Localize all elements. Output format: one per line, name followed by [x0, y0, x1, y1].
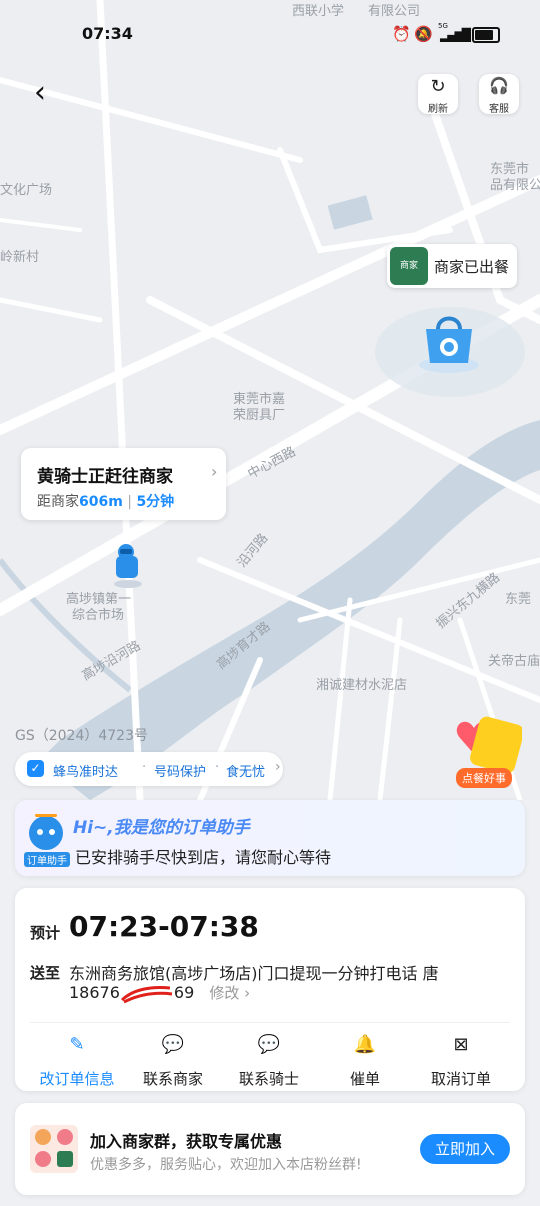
address-line: 东洲商务旅馆(高埗广场店)门口提现一分钟打电话 唐 — [69, 964, 439, 983]
assistant-avatar — [25, 812, 67, 854]
merchant-group-thumbnail — [30, 1125, 78, 1173]
map-label: 有限公司 — [368, 4, 421, 19]
guarantee-bar[interactable]: ✓ 蜂鸟准时达 · 号码保护 · 食无忧 › — [15, 752, 283, 786]
merchant-status-label: 商家已出餐 — [434, 258, 510, 276]
rider-separator: | — [127, 494, 132, 510]
address-prefix: 送至 — [30, 964, 61, 982]
map-label: 关帝古庙 — [488, 654, 540, 669]
map-label: 综合市场 — [72, 608, 125, 623]
rider-status-card[interactable]: 黄骑士正赶往商家 › 距商家606m | 5分钟 — [21, 448, 226, 520]
rider-icon — [108, 540, 148, 590]
mute-icon: 🔕 — [414, 25, 433, 43]
map-label: 品有限公司 — [490, 178, 540, 193]
merchant-logo: 商家 — [390, 247, 428, 285]
service-label: 客服 — [489, 104, 509, 115]
group-subtitle: 优惠多多，服务贴心，欢迎加入本店粉丝群! — [90, 1157, 362, 1173]
assistant-message: 已安排骑手尽快到店，请您耐心等待 — [75, 848, 332, 867]
edit-icon: ✎ — [69, 1034, 85, 1055]
edit-address-link[interactable]: 修改 › — [209, 984, 250, 1002]
alarm-icon: ⏰ — [392, 25, 411, 43]
customer-service-button[interactable]: 🎧 客服 — [479, 74, 519, 115]
status-time: 07:34 — [82, 24, 133, 43]
headset-icon: 🎧 — [489, 76, 509, 95]
chevron-right-icon: › — [275, 759, 281, 775]
assistant-icon-label: 订单助手 — [24, 852, 70, 867]
rider-distance: 606m — [79, 494, 123, 510]
status-icons: ⏰ 🔕 5G ▂▄▆█ — [392, 22, 502, 45]
delivery-bag-icon — [418, 305, 480, 373]
order-card: 预计 07:23-07:38 送至 东洲商务旅馆(高埗广场店)门口提现一分钟打电… — [15, 888, 525, 1091]
group-title: 加入商家群，获取专属优惠 — [90, 1132, 283, 1151]
map-label: 湘诚建材水泥店 — [316, 678, 408, 693]
refresh-icon: ↻ — [430, 76, 446, 97]
assistant-title: Hi~,我是您的订单助手 — [73, 818, 250, 838]
eta-prefix: 预计 — [30, 924, 61, 942]
rider-status-title: 黄骑士正赶往商家 — [37, 467, 173, 487]
chevron-right-icon: › — [211, 462, 218, 481]
phone-row: 18676 69 修改 › — [69, 982, 250, 1004]
merchant-marker[interactable]: 商家 商家已出餐 — [387, 244, 517, 288]
chat-icon: 💬 — [257, 1034, 281, 1055]
battery-icon — [472, 27, 500, 43]
guarantee-item: 蜂鸟准时达 — [53, 765, 119, 780]
map-label: 文化广场 — [0, 183, 53, 198]
refresh-button[interactable]: ↻ 刷新 — [418, 74, 458, 115]
join-group-button[interactable]: 立即加入 — [420, 1134, 510, 1164]
phone-redaction — [120, 986, 174, 1004]
guarantee-item: 食无忧 — [226, 765, 266, 780]
separator-dot: · — [142, 760, 147, 775]
phone-end: 69 — [173, 983, 195, 1002]
shield-check-icon: ✓ — [27, 760, 44, 777]
order-actions: ✎ 改订单信息 💬 联系商家 💬 联系骑士 🔔 催单 ⊠ 取消订单 — [29, 1034, 509, 1088]
merchant-group-banner[interactable]: 加入商家群，获取专属优惠 优惠多多，服务贴心，欢迎加入本店粉丝群! 立即加入 — [15, 1103, 525, 1195]
rider-distance-prefix: 距商家 — [37, 494, 79, 510]
guarantee-item: 号码保护 — [154, 765, 207, 780]
map-label: 西联小学 — [292, 4, 345, 19]
separator-dot: · — [215, 760, 220, 775]
bell-icon: 🔔 — [353, 1034, 377, 1055]
map-label: 岭新村 — [0, 250, 40, 265]
rider-eta: 5分钟 — [136, 494, 175, 510]
chat-icon: 💬 — [161, 1034, 185, 1055]
order-assistant-card[interactable]: 订单助手 Hi~,我是您的订单助手 已安排骑手尽快到店，请您耐心等待 — [15, 800, 525, 876]
map-attribution: GS（2024）4723号 — [15, 728, 148, 744]
phone-start: 18676 — [69, 983, 120, 1002]
back-button[interactable]: ‹ — [34, 78, 46, 108]
refresh-label: 刷新 — [428, 104, 448, 115]
eta-time: 07:23-07:38 — [69, 910, 259, 943]
cancel-order-icon: ⊠ — [453, 1034, 469, 1055]
signal-icon: ▂▄▆█ — [440, 28, 471, 42]
map-label: 荣厨具厂 — [233, 408, 286, 423]
promo-badge[interactable]: 点餐好事 — [448, 708, 524, 788]
promo-badge-label: 点餐好事 — [456, 768, 512, 788]
map-label: 东莞 — [505, 592, 532, 607]
map-view[interactable]: 西联小学 有限公司 文化广场 岭新村 东莞市 品有限公司 東莞市嘉 荣厨具厂 中… — [0, 0, 540, 800]
divider — [30, 1022, 510, 1023]
